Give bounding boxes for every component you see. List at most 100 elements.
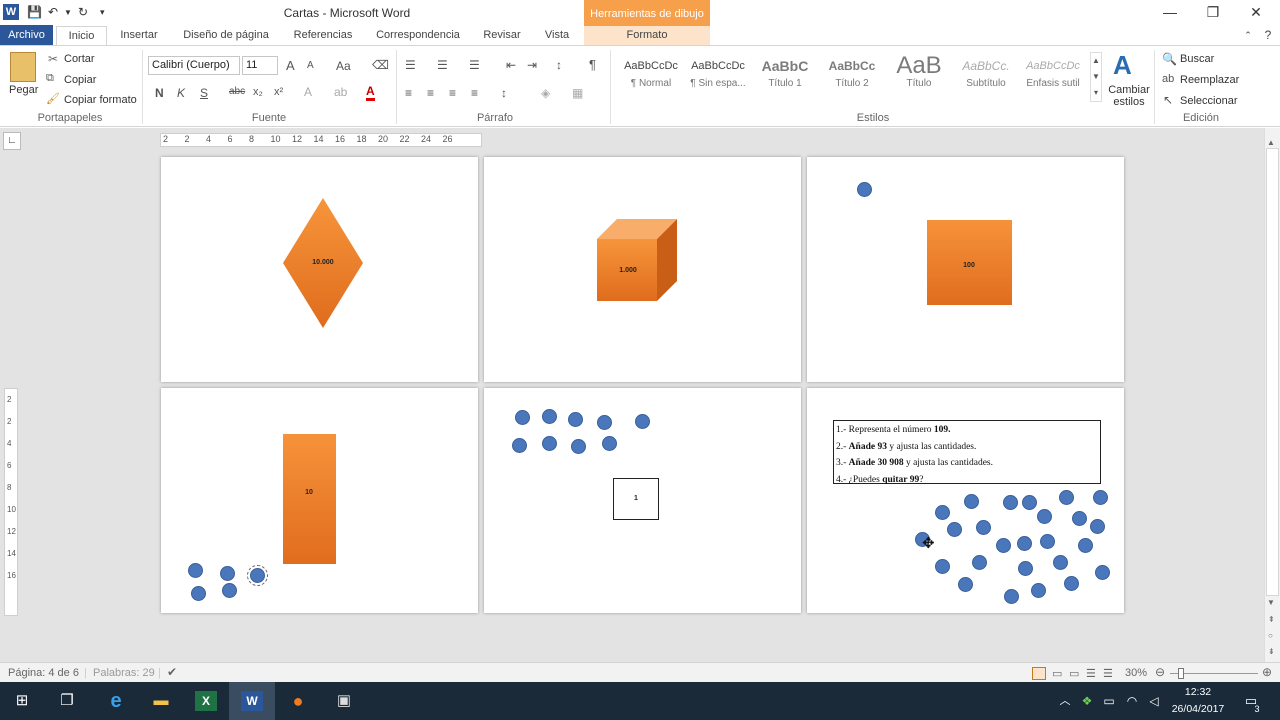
text-effects-icon[interactable]: A (304, 85, 312, 99)
cube-shape[interactable] (597, 219, 679, 303)
clock-time[interactable]: 12:32 (1168, 686, 1228, 698)
tab-vista[interactable]: Vista (536, 26, 578, 45)
font-size-combo[interactable]: 11 (242, 56, 278, 75)
multilevel-list-icon[interactable]: ☰ (469, 58, 480, 72)
change-case-icon[interactable]: Aa (336, 59, 351, 73)
wifi-icon[interactable]: ◠ (1121, 691, 1143, 711)
page-5[interactable]: 1 (484, 388, 801, 613)
unit-dot[interactable] (597, 415, 612, 430)
battery-icon[interactable]: ▭ (1098, 691, 1120, 711)
tab-correspondencia[interactable]: Correspondencia (370, 26, 466, 45)
tab-formato[interactable]: Formato (615, 26, 679, 45)
change-styles-icon[interactable]: A (1113, 50, 1132, 81)
page-6[interactable]: 1.- Representa el número 109. 2.- Añade … (807, 388, 1124, 613)
task-view-icon[interactable]: ❐ (56, 691, 78, 711)
shrink-font-icon[interactable]: A (307, 60, 314, 71)
font-name-combo[interactable]: Calibri (Cuerpo) (148, 56, 240, 75)
unit-dot[interactable] (1031, 583, 1046, 598)
scroll-down-icon[interactable]: ▼ (1267, 598, 1275, 607)
bullets-icon[interactable]: ☰ (405, 58, 416, 72)
superscript-icon[interactable]: x² (274, 86, 283, 98)
tab-diseno-pagina[interactable]: Diseño de página (176, 26, 276, 45)
format-painter-icon[interactable]: 🖌 (46, 92, 60, 105)
instructions-textbox[interactable]: 1.- Representa el número 109. 2.- Añade … (833, 420, 1101, 485)
unit-dot[interactable] (1037, 509, 1052, 524)
unit-dot[interactable] (635, 414, 650, 429)
underline-icon[interactable]: S (200, 86, 208, 100)
unit-dot[interactable] (1078, 538, 1093, 553)
bar-shape[interactable] (283, 434, 336, 564)
strikethrough-icon[interactable]: abc (229, 86, 245, 97)
shading-icon[interactable]: ◈ (541, 86, 550, 100)
unit-dot[interactable] (976, 520, 991, 535)
unit-dot[interactable] (947, 522, 962, 537)
draft-icon[interactable]: ☰ (1103, 667, 1113, 680)
unit-dot[interactable] (935, 559, 950, 574)
show-hidden-icons[interactable]: ︿ (1054, 691, 1076, 711)
print-layout-icon[interactable] (1032, 667, 1046, 680)
scroll-thumb[interactable] (1266, 148, 1279, 596)
unit-dot[interactable] (1064, 576, 1079, 591)
cut-icon[interactable]: ✂ (48, 52, 58, 66)
tab-selector-icon[interactable]: ∟ (3, 132, 21, 150)
full-screen-icon[interactable]: ▭ (1052, 667, 1062, 680)
zoom-slider-thumb[interactable] (1178, 668, 1184, 679)
align-right-icon[interactable]: ≡ (449, 86, 456, 100)
clear-format-icon[interactable]: ⌫ (372, 58, 389, 72)
unit-dot[interactable] (222, 583, 237, 598)
style-sin-espaciado[interactable]: AaBbCcDc ¶ Sin espa... (685, 52, 751, 102)
select-icon[interactable]: ↖ (1163, 93, 1173, 107)
proofing-icon[interactable]: ✔ (167, 665, 177, 679)
copy-icon[interactable]: ⧉ (46, 72, 54, 85)
tab-archivo[interactable]: Archivo (0, 25, 53, 45)
unit-dot[interactable] (515, 410, 530, 425)
borders-icon[interactable]: ▦ (572, 86, 583, 100)
show-marks-icon[interactable]: ¶ (589, 57, 596, 72)
increase-indent-icon[interactable]: ⇥ (527, 58, 537, 72)
align-left-icon[interactable]: ≡ (405, 86, 412, 100)
unit-dot[interactable] (1018, 561, 1033, 576)
firefox-icon[interactable]: ● (287, 691, 309, 711)
numbering-icon[interactable]: ☰ (437, 58, 448, 72)
style-titulo-1[interactable]: AaBbC Título 1 (752, 52, 818, 102)
web-layout-icon[interactable]: ▭ (1069, 667, 1079, 680)
next-page-icon[interactable]: ⇟ (1268, 647, 1275, 656)
unit-dot[interactable] (958, 577, 973, 592)
word-icon[interactable]: W (241, 691, 263, 711)
unit-dot[interactable] (542, 409, 557, 424)
unit-dot[interactable] (188, 563, 203, 578)
align-center-icon[interactable]: ≡ (427, 86, 434, 100)
style-titulo[interactable]: AaB Título (886, 52, 952, 102)
page-2[interactable]: 1.000 (484, 157, 801, 382)
unit-dot[interactable] (571, 439, 586, 454)
minimize-icon[interactable]: — (1155, 4, 1185, 20)
replace-button[interactable]: Reemplazar (1180, 74, 1239, 86)
select-button[interactable]: Seleccionar (1180, 95, 1237, 107)
copy-button[interactable]: Copiar (64, 74, 96, 86)
tab-revisar[interactable]: Revisar (477, 26, 527, 45)
unit-dot[interactable] (602, 436, 617, 451)
unit-dot[interactable] (1072, 511, 1087, 526)
unit-dot[interactable] (857, 182, 872, 197)
unit-dot[interactable] (972, 555, 987, 570)
font-color-icon[interactable]: A (366, 84, 375, 101)
tab-insertar[interactable]: Insertar (114, 26, 164, 45)
close-icon[interactable]: ✕ (1241, 4, 1271, 21)
zoom-out-icon[interactable]: ⊖ (1155, 665, 1165, 679)
cut-button[interactable]: Cortar (64, 53, 95, 65)
word-count[interactable]: Palabras: 29 (93, 667, 155, 679)
style-subtitulo[interactable]: AaBbCc. Subtítulo (953, 52, 1019, 102)
highlight-icon[interactable]: ab (334, 85, 347, 99)
file-explorer-icon[interactable]: ▬ (150, 691, 172, 711)
page-1[interactable]: 10.000 (161, 157, 478, 382)
restore-icon[interactable]: ❐ (1198, 4, 1228, 21)
edge-icon[interactable]: e (105, 691, 127, 711)
unit-dot[interactable] (220, 566, 235, 581)
scroll-up-icon[interactable]: ▲ (1267, 138, 1275, 147)
unit-dot[interactable] (1059, 490, 1074, 505)
zoom-level[interactable]: 30% (1125, 667, 1147, 679)
clock-date[interactable]: 26/04/2017 (1162, 703, 1234, 715)
network-app-icon[interactable]: ❖ (1076, 691, 1098, 711)
unit-dot[interactable] (935, 505, 950, 520)
italic-icon[interactable]: K (177, 86, 185, 100)
